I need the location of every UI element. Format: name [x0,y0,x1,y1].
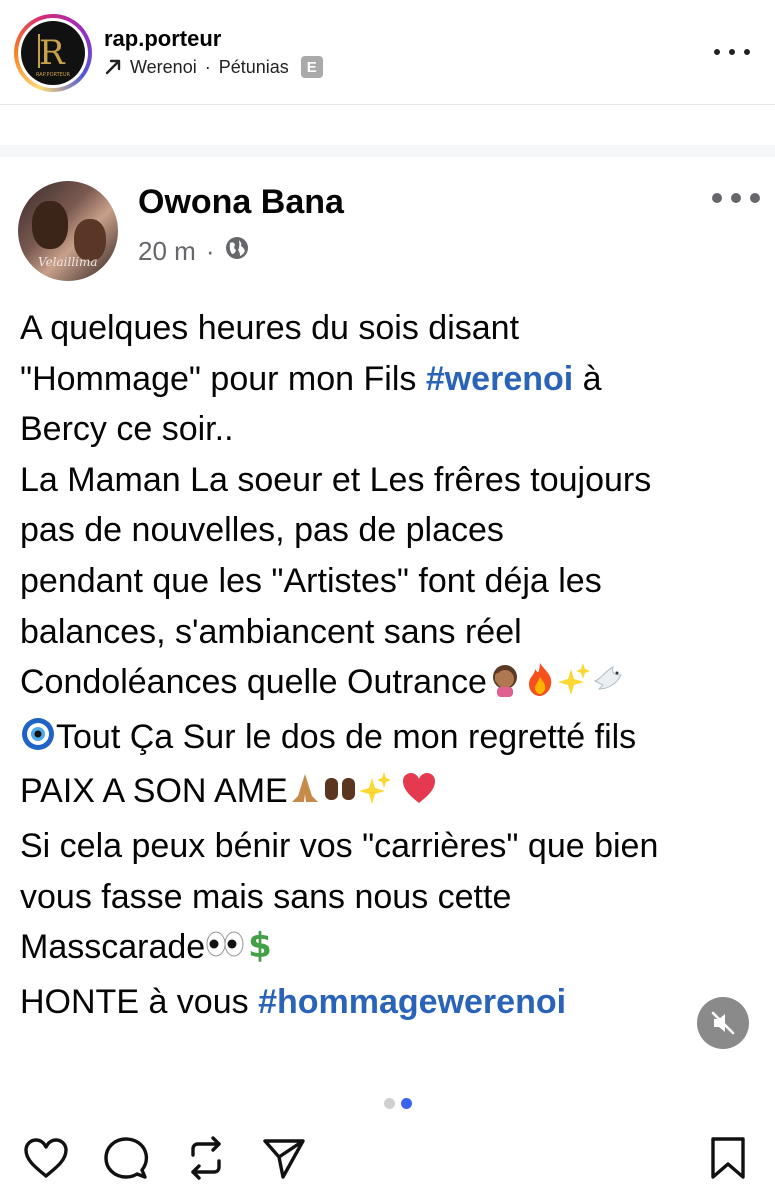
repost-icon[interactable] [182,1134,230,1182]
trending-arrow-icon [104,58,122,76]
text-line: Si cela peux bénir vos "carrières" que b… [20,826,659,865]
red-heart-emoji [401,770,437,821]
sparkles-emoji [358,770,392,821]
svg-text:R: R [39,33,66,73]
hashtag-werenoi: #werenoi [425,359,574,398]
fire-emoji [523,661,557,712]
instagram-post-header: R RAP.PORTEUR rap.porteur Werenoi · Pétu… [0,0,775,104]
dollar-sign-emoji: $ [245,926,275,977]
post-action-bar [0,1130,775,1190]
svg-text:RAP.PORTEUR: RAP.PORTEUR [36,72,70,78]
hashtag-hommagewerenoi: #hommagewerenoi [258,982,567,1021]
fb-post-meta: 20 m · [138,235,250,268]
audio-separator: · [204,56,211,77]
text-line: vous fasse mais sans nous cette [20,877,512,916]
account-avatar[interactable]: R RAP.PORTEUR [21,21,85,85]
text-line: PAIX A SON AME [20,766,765,821]
text-line: A quelques heures du sois disant [20,309,520,347]
svg-text:$: $ [248,926,272,962]
avatar-signature: Velaillima [38,255,98,269]
fb-timestamp: 20 m [138,236,196,266]
audio-artist: Werenoi [130,56,197,77]
nazar-eye-emoji [20,716,56,767]
eyes-emoji [205,926,245,977]
text-line: "Hommage" pour mon Fils #werenoi à [20,359,602,398]
dove-emoji [591,661,625,712]
story-ring[interactable]: R RAP.PORTEUR [14,14,92,92]
text-line: balances, s'ambiancent sans réel [20,612,522,651]
more-options-icon[interactable] [714,44,750,60]
screenshot-top-strip [0,145,775,157]
fb-author-avatar: Velaillima [18,181,118,281]
text-line: Bercy ce soir.. [20,410,234,449]
text-line: pas de nouvelles, pas de places [20,511,504,550]
text-line: La Maman La soeur et Les frêres toujours [20,460,652,499]
account-username[interactable]: rap.porteur [104,26,221,52]
text-line: Masscarade $ [20,922,765,977]
sparkles-emoji [557,661,591,712]
fb-meta-separator: · [205,236,215,266]
comment-icon[interactable] [102,1134,150,1182]
globe-icon [224,235,250,268]
text-line: Condoléances quelle Outrance [20,657,765,712]
fb-author-name: Owona Bana [138,183,344,221]
mute-toggle-button[interactable] [697,997,749,1049]
fb-more-options-icon [712,191,760,205]
audio-attribution[interactable]: Werenoi · Pétunias E [104,56,323,78]
praying-hands-emoji [288,770,322,821]
raised-hands-emoji [322,770,358,821]
text-line: Tout Ça Sur le dos de mon regretté fils [20,712,765,767]
audio-title: Pétunias [218,56,289,77]
text-line: pendant que les "Artistes" font déja les [20,561,602,600]
speaker-muted-icon [711,1011,735,1035]
facepalm-woman-emoji [487,661,523,712]
post-media[interactable]: Velaillima Owona Bana 20 m · A quelques … [0,105,775,1090]
share-icon[interactable] [260,1134,308,1182]
rap-porteur-logo: R RAP.PORTEUR [36,33,70,78]
carousel-indicator [10,1098,775,1109]
explicit-badge: E [300,56,323,78]
carousel-dot-1 [383,1098,395,1109]
like-icon[interactable] [22,1134,70,1182]
fb-post-text: A quelques heures du sois disant "Hommag… [20,303,765,1027]
save-icon[interactable] [704,1134,752,1182]
text-line: HONTE à vous #hommagewerenoi [20,982,567,1021]
carousel-dot-2-active [400,1098,412,1109]
